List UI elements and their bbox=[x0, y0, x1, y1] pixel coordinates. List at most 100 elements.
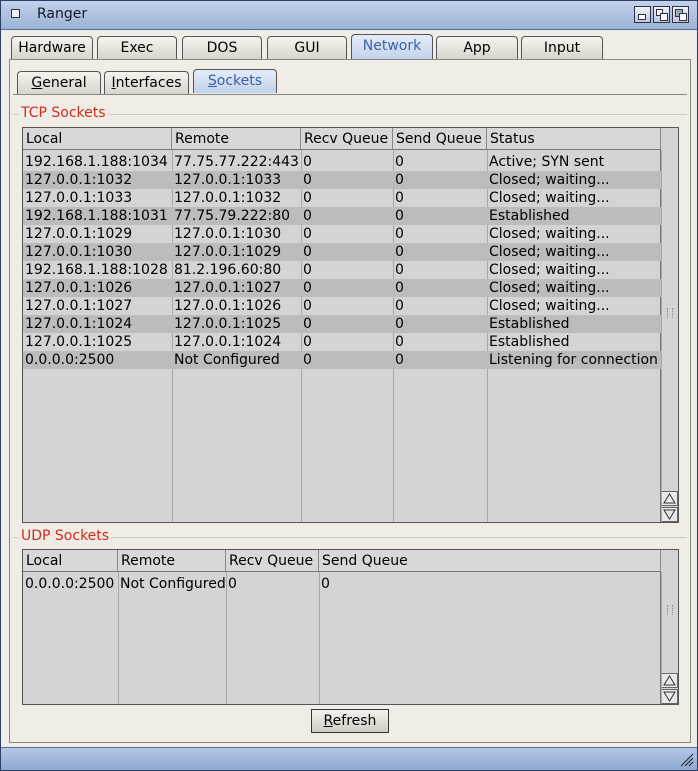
scroll-down-icon[interactable] bbox=[661, 507, 678, 522]
tcp-cell-local: 192.168.1.188:1031 bbox=[25, 208, 168, 224]
scroll-down-icon[interactable] bbox=[661, 689, 678, 704]
tcp-table-row[interactable]: 127.0.0.1:1025 127.0.0.1:1024 0 0 Establishe… bbox=[23, 333, 661, 351]
tcp-cell-remote: 127.0.0.1:1024 bbox=[174, 334, 282, 350]
tcp-cell-local: 127.0.0.1:1029 bbox=[25, 226, 133, 242]
tcp-cell-local: 192.168.1.188:1034 bbox=[25, 154, 168, 170]
title-bar[interactable]: Ranger bbox=[1, 1, 697, 30]
tcp-table-row[interactable]: 127.0.0.1:1030 127.0.0.1:1029 0 0 Closed; wa… bbox=[23, 243, 661, 261]
tab-exec[interactable]: Exec bbox=[97, 36, 177, 60]
tcp-table-row[interactable]: 127.0.0.1:1029 127.0.0.1:1030 0 0 Closed; wa… bbox=[23, 225, 661, 243]
refresh-mnemonic: R bbox=[323, 713, 333, 729]
tcp-header-recv-queue[interactable]: Recv Queue bbox=[301, 128, 393, 150]
tcp-table-row[interactable]: 127.0.0.1:1024 127.0.0.1:1025 0 0 Establishe… bbox=[23, 315, 661, 333]
tcp-cell-local: 127.0.0.1:1025 bbox=[25, 334, 133, 350]
subtab-interfaces[interactable]: Interfaces bbox=[104, 71, 189, 95]
tcp-cell-recv-queue: 0 bbox=[303, 316, 312, 332]
tcp-cell-local: 127.0.0.1:1033 bbox=[25, 190, 133, 206]
tcp-cell-local: 127.0.0.1:1032 bbox=[25, 172, 133, 188]
tcp-cell-remote: 77.75.79.222:80 bbox=[174, 208, 291, 224]
tab-hardware[interactable]: Hardware bbox=[11, 36, 93, 60]
tcp-table-row[interactable]: 192.168.1.188:1034 77.75.77.222:443 0 0 Acti… bbox=[23, 153, 661, 171]
tcp-cell-send-queue: 0 bbox=[395, 208, 404, 224]
scroll-up-icon[interactable] bbox=[661, 673, 678, 688]
tcp-cell-remote: 127.0.0.1:1026 bbox=[174, 298, 282, 314]
tcp-cell-send-queue: 0 bbox=[395, 226, 404, 242]
tcp-cell-status: Listening for connection bbox=[489, 352, 658, 368]
resize-grip-icon[interactable] bbox=[680, 753, 694, 767]
tcp-cell-local: 0.0.0.0:2500 bbox=[25, 352, 115, 368]
ranger-window: Ranger Hardware Exec DOS GUI Network App Input… bbox=[0, 0, 698, 771]
tcp-cell-local: 127.0.0.1:1027 bbox=[25, 298, 133, 314]
close-icon[interactable] bbox=[11, 9, 20, 18]
tcp-cell-recv-queue: 0 bbox=[303, 154, 312, 170]
tab-gui[interactable]: GUI bbox=[267, 36, 347, 60]
tcp-cell-status: Closed; waiting... bbox=[489, 172, 610, 188]
refresh-label: efresh bbox=[332, 713, 377, 729]
scroll-grip-icon[interactable] bbox=[667, 605, 673, 615]
tcp-table-row[interactable]: 192.168.1.188:1028 81.2.196.60:80 0 0 Closed… bbox=[23, 261, 661, 279]
tcp-group-title: TCP Sockets bbox=[19, 105, 108, 121]
tcp-cell-send-queue: 0 bbox=[395, 172, 404, 188]
tcp-cell-recv-queue: 0 bbox=[303, 298, 312, 314]
tcp-table-row[interactable]: 192.168.1.188:1031 77.75.79.222:80 0 0 Estab… bbox=[23, 207, 661, 225]
tcp-cell-status: Closed; waiting... bbox=[489, 262, 610, 278]
udp-header-remote[interactable]: Remote bbox=[118, 550, 226, 572]
subtab-general[interactable]: General bbox=[17, 71, 101, 95]
tab-network[interactable]: Network bbox=[351, 34, 433, 60]
tcp-cell-remote: 127.0.0.1:1025 bbox=[174, 316, 282, 332]
scroll-grip-icon[interactable] bbox=[667, 308, 673, 318]
tcp-cell-remote: 127.0.0.1:1032 bbox=[174, 190, 282, 206]
scroll-up-icon[interactable] bbox=[661, 491, 678, 506]
tcp-cell-status: Closed; waiting... bbox=[489, 226, 610, 242]
tcp-table-row[interactable]: 127.0.0.1:1027 127.0.0.1:1026 0 0 Closed; wa… bbox=[23, 297, 661, 315]
tab-dos[interactable]: DOS bbox=[182, 36, 262, 60]
tcp-scrollbar[interactable] bbox=[660, 128, 678, 522]
tab-input[interactable]: Input bbox=[521, 36, 603, 60]
tcp-table-row[interactable]: 0.0.0.0:2500 Not Configured 0 0 Listening fo… bbox=[23, 351, 661, 369]
udp-header-send-queue[interactable]: Send Queue bbox=[319, 550, 661, 572]
tcp-cell-remote: 77.75.77.222:443 bbox=[174, 154, 299, 170]
tcp-cell-status: Closed; waiting... bbox=[489, 190, 610, 206]
zoom-icon[interactable] bbox=[653, 6, 670, 23]
tcp-sockets-list[interactable]: Local Remote Recv Queue Send Queue Status 192… bbox=[22, 127, 679, 523]
tcp-cell-recv-queue: 0 bbox=[303, 226, 312, 242]
tcp-header-status[interactable]: Status bbox=[487, 128, 661, 150]
tcp-cell-remote: 127.0.0.1:1029 bbox=[174, 244, 282, 260]
status-bar bbox=[1, 747, 697, 770]
tcp-cell-remote: 127.0.0.1:1033 bbox=[174, 172, 282, 188]
depth-icon[interactable] bbox=[672, 6, 689, 23]
tcp-cell-send-queue: 0 bbox=[395, 316, 404, 332]
udp-group-frame bbox=[13, 537, 687, 538]
tcp-header-remote[interactable]: Remote bbox=[172, 128, 301, 150]
tcp-cell-recv-queue: 0 bbox=[303, 244, 312, 260]
udp-header-local[interactable]: Local bbox=[23, 550, 118, 572]
tcp-cell-remote: 127.0.0.1:1030 bbox=[174, 226, 282, 242]
subtab-sockets[interactable]: Sockets bbox=[193, 69, 277, 93]
tcp-cell-status: Closed; waiting... bbox=[489, 244, 610, 260]
tcp-cell-send-queue: 0 bbox=[395, 244, 404, 260]
tcp-cell-send-queue: 0 bbox=[395, 352, 404, 368]
tab-app[interactable]: App bbox=[436, 36, 518, 60]
tcp-cell-status: Established bbox=[489, 316, 570, 332]
tcp-cell-send-queue: 0 bbox=[395, 334, 404, 350]
udp-table-row[interactable]: 0.0.0.0:2500 Not Configured 0 0 bbox=[23, 575, 661, 593]
udp-header-recv-queue[interactable]: Recv Queue bbox=[226, 550, 319, 572]
udp-scrollbar[interactable] bbox=[660, 550, 678, 704]
udp-sockets-list[interactable]: Local Remote Recv Queue Send Queue 0.0.0.0:2… bbox=[22, 549, 679, 705]
tcp-header-local[interactable]: Local bbox=[23, 128, 172, 150]
tcp-table-row[interactable]: 127.0.0.1:1032 127.0.0.1:1033 0 0 Closed; wa… bbox=[23, 171, 661, 189]
tcp-table-row[interactable]: 127.0.0.1:1033 127.0.0.1:1032 0 0 Closed; wa… bbox=[23, 189, 661, 207]
tcp-cell-recv-queue: 0 bbox=[303, 208, 312, 224]
tcp-cell-status: Closed; waiting... bbox=[489, 280, 610, 296]
window-title: Ranger bbox=[37, 6, 88, 22]
tcp-cell-local: 192.168.1.188:1028 bbox=[25, 262, 168, 278]
tcp-cell-recv-queue: 0 bbox=[303, 262, 312, 278]
tcp-cell-status: Active; SYN sent bbox=[489, 154, 605, 170]
tcp-cell-send-queue: 0 bbox=[395, 262, 404, 278]
tcp-cell-send-queue: 0 bbox=[395, 190, 404, 206]
tcp-header-send-queue[interactable]: Send Queue bbox=[393, 128, 487, 150]
tcp-cell-status: Established bbox=[489, 334, 570, 350]
tcp-table-row[interactable]: 127.0.0.1:1026 127.0.0.1:1027 0 0 Closed; wa… bbox=[23, 279, 661, 297]
iconify-icon[interactable] bbox=[634, 6, 651, 23]
refresh-button[interactable]: Refresh bbox=[311, 709, 389, 733]
